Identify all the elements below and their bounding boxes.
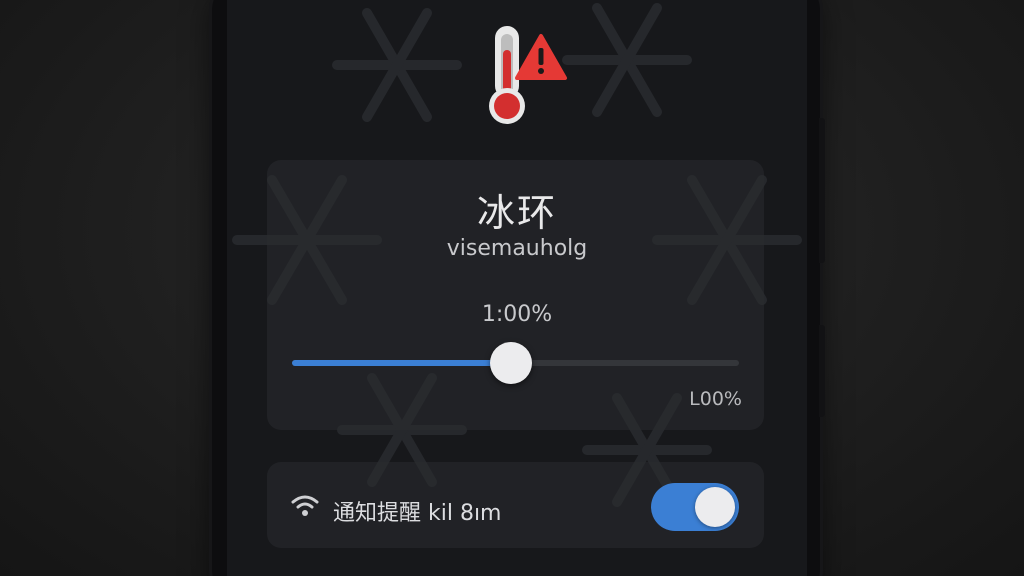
slider-fill	[292, 360, 512, 366]
card-subtitle: visemauholg	[446, 236, 588, 261]
toggle-knob	[695, 487, 735, 527]
notification-label: 通知提醒 kil 8ım	[333, 501, 502, 526]
slider-thumb[interactable]	[490, 342, 533, 384]
phone-screen: 冰环 visemauholg 1:00% L00% 通知提醒 kil 8ım	[227, 0, 807, 576]
power-button	[819, 325, 825, 417]
card-title: 冰环	[476, 191, 557, 235]
notification-toggle[interactable]	[651, 483, 739, 531]
wifi-icon	[291, 495, 319, 516]
background: 冰环 visemauholg 1:00% L00% 通知提醒 kil 8ım	[0, 0, 1024, 576]
slider-value-label: 1:00%	[481, 302, 553, 327]
slider-max-label: L00%	[689, 388, 742, 410]
thermometer-warning-icon	[489, 26, 567, 124]
volume-button	[819, 118, 825, 263]
